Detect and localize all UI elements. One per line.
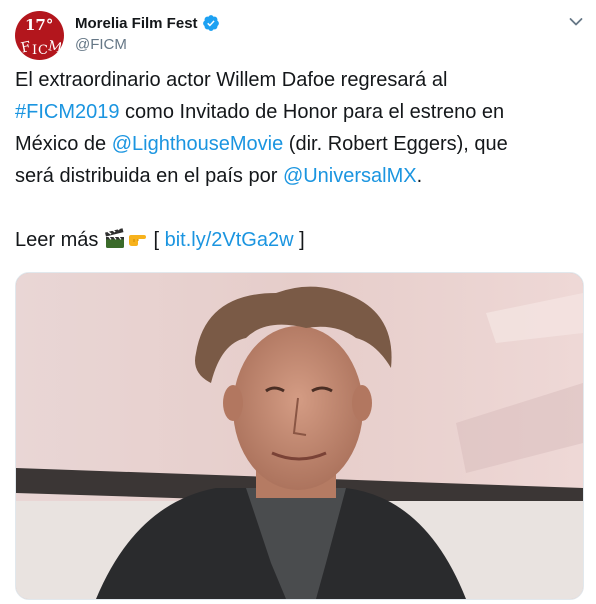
tweet-text-segment: México de (15, 133, 112, 155)
display-name[interactable]: Morelia Film Fest (75, 15, 198, 32)
tweet-text-segment: El extraordinario actor Willem Dafoe reg… (15, 69, 448, 91)
author-handle: @FICM (75, 36, 127, 53)
ficm-logo-icon: F I C M (20, 38, 61, 57)
mention-link-lighthouse[interactable]: @LighthouseMovie (112, 133, 284, 155)
chevron-down-icon[interactable] (569, 17, 583, 27)
tweet-line: México de @LighthouseMovie (dir. Robert … (15, 128, 581, 160)
read-more-line: Leer más [ bit.ly/2VtGa2w ] (15, 224, 581, 256)
avatar[interactable]: 17° F I C M (15, 11, 64, 60)
bracket-close: ] (293, 229, 305, 251)
tweet-line: El extraordinario actor Willem Dafoe reg… (15, 64, 581, 96)
avatar-number: 17° (25, 16, 54, 34)
svg-text:M: M (46, 38, 61, 57)
verified-badge-icon (202, 15, 219, 31)
pointing-right-icon (128, 235, 146, 246)
clapper-board-icon (104, 228, 124, 248)
tweet-photo[interactable] (15, 272, 584, 600)
tweet-header: 17° F I C M Morelia Film Fest @FICM (15, 11, 585, 61)
read-more-text: Leer más (15, 229, 104, 251)
svg-text:I: I (32, 43, 37, 57)
tweet-text-segment: (dir. Robert Eggers), que (283, 133, 508, 155)
mention-link-universal[interactable]: @UniversalMX (283, 165, 417, 187)
bracket-open: [ (147, 229, 165, 251)
tweet-line: será distribuida en el país por @Univers… (15, 160, 581, 192)
tweet-text-segment: como Invitado de Honor para el estreno e… (119, 101, 505, 123)
tweet-text-segment: . (416, 165, 423, 187)
svg-text:F: F (20, 39, 33, 57)
tweet-line: #FICM2019 como Invitado de Honor para el… (15, 96, 581, 128)
author-block: Morelia Film Fest @FICM (75, 13, 220, 53)
hashtag-link[interactable]: #FICM2019 (15, 101, 120, 123)
photo-image (16, 273, 583, 599)
tweet-text: El extraordinario actor Willem Dafoe reg… (15, 64, 581, 256)
tweet-text-segment: será distribuida en el país por (15, 165, 283, 187)
short-link[interactable]: bit.ly/2VtGa2w (165, 229, 294, 251)
